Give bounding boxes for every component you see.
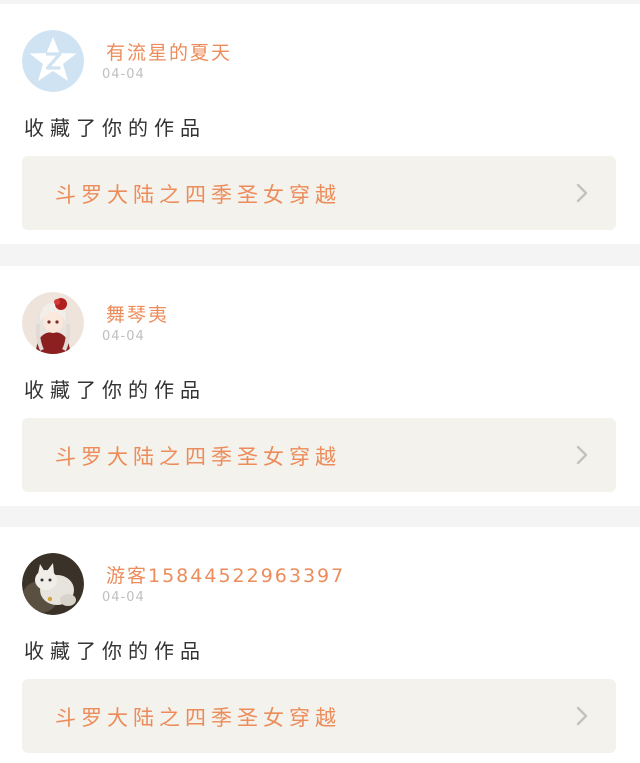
feed-card: 游客15844522963397 04-04 收藏了你的作品 斗罗大陆之四季圣女… — [0, 527, 640, 763]
chevron-right-icon — [576, 183, 588, 203]
work-title: 斗罗大陆之四季圣女穿越 — [55, 706, 341, 730]
username[interactable]: 舞琴夷 — [106, 300, 169, 327]
qq-star-avatar-icon[interactable] — [22, 30, 84, 92]
feed-card: 有流星的夏天 04-04 收藏了你的作品 斗罗大陆之四季圣女穿越 — [0, 4, 640, 244]
cat-avatar-icon[interactable] — [22, 553, 84, 615]
timestamp: 04-04 — [102, 67, 145, 82]
work-title: 斗罗大陆之四季圣女穿越 — [55, 183, 341, 207]
work-link[interactable]: 斗罗大陆之四季圣女穿越 — [22, 679, 616, 753]
work-link[interactable]: 斗罗大陆之四季圣女穿越 — [22, 418, 616, 492]
username[interactable]: 有流星的夏天 — [106, 38, 232, 65]
anime-girl-avatar-icon[interactable] — [22, 292, 84, 354]
action-text: 收藏了你的作品 — [24, 378, 206, 402]
timestamp: 04-04 — [102, 590, 145, 605]
timestamp: 04-04 — [102, 329, 145, 344]
notification-feed: 有流星的夏天 04-04 收藏了你的作品 斗罗大陆之四季圣女穿越 舞琴夷 04-… — [0, 0, 640, 763]
username[interactable]: 游客15844522963397 — [106, 561, 345, 588]
feed-card: 舞琴夷 04-04 收藏了你的作品 斗罗大陆之四季圣女穿越 — [0, 266, 640, 506]
chevron-right-icon — [576, 706, 588, 726]
work-link[interactable]: 斗罗大陆之四季圣女穿越 — [22, 156, 616, 230]
action-text: 收藏了你的作品 — [24, 116, 206, 140]
work-title: 斗罗大陆之四季圣女穿越 — [55, 445, 341, 469]
chevron-right-icon — [576, 445, 588, 465]
action-text: 收藏了你的作品 — [24, 639, 206, 663]
